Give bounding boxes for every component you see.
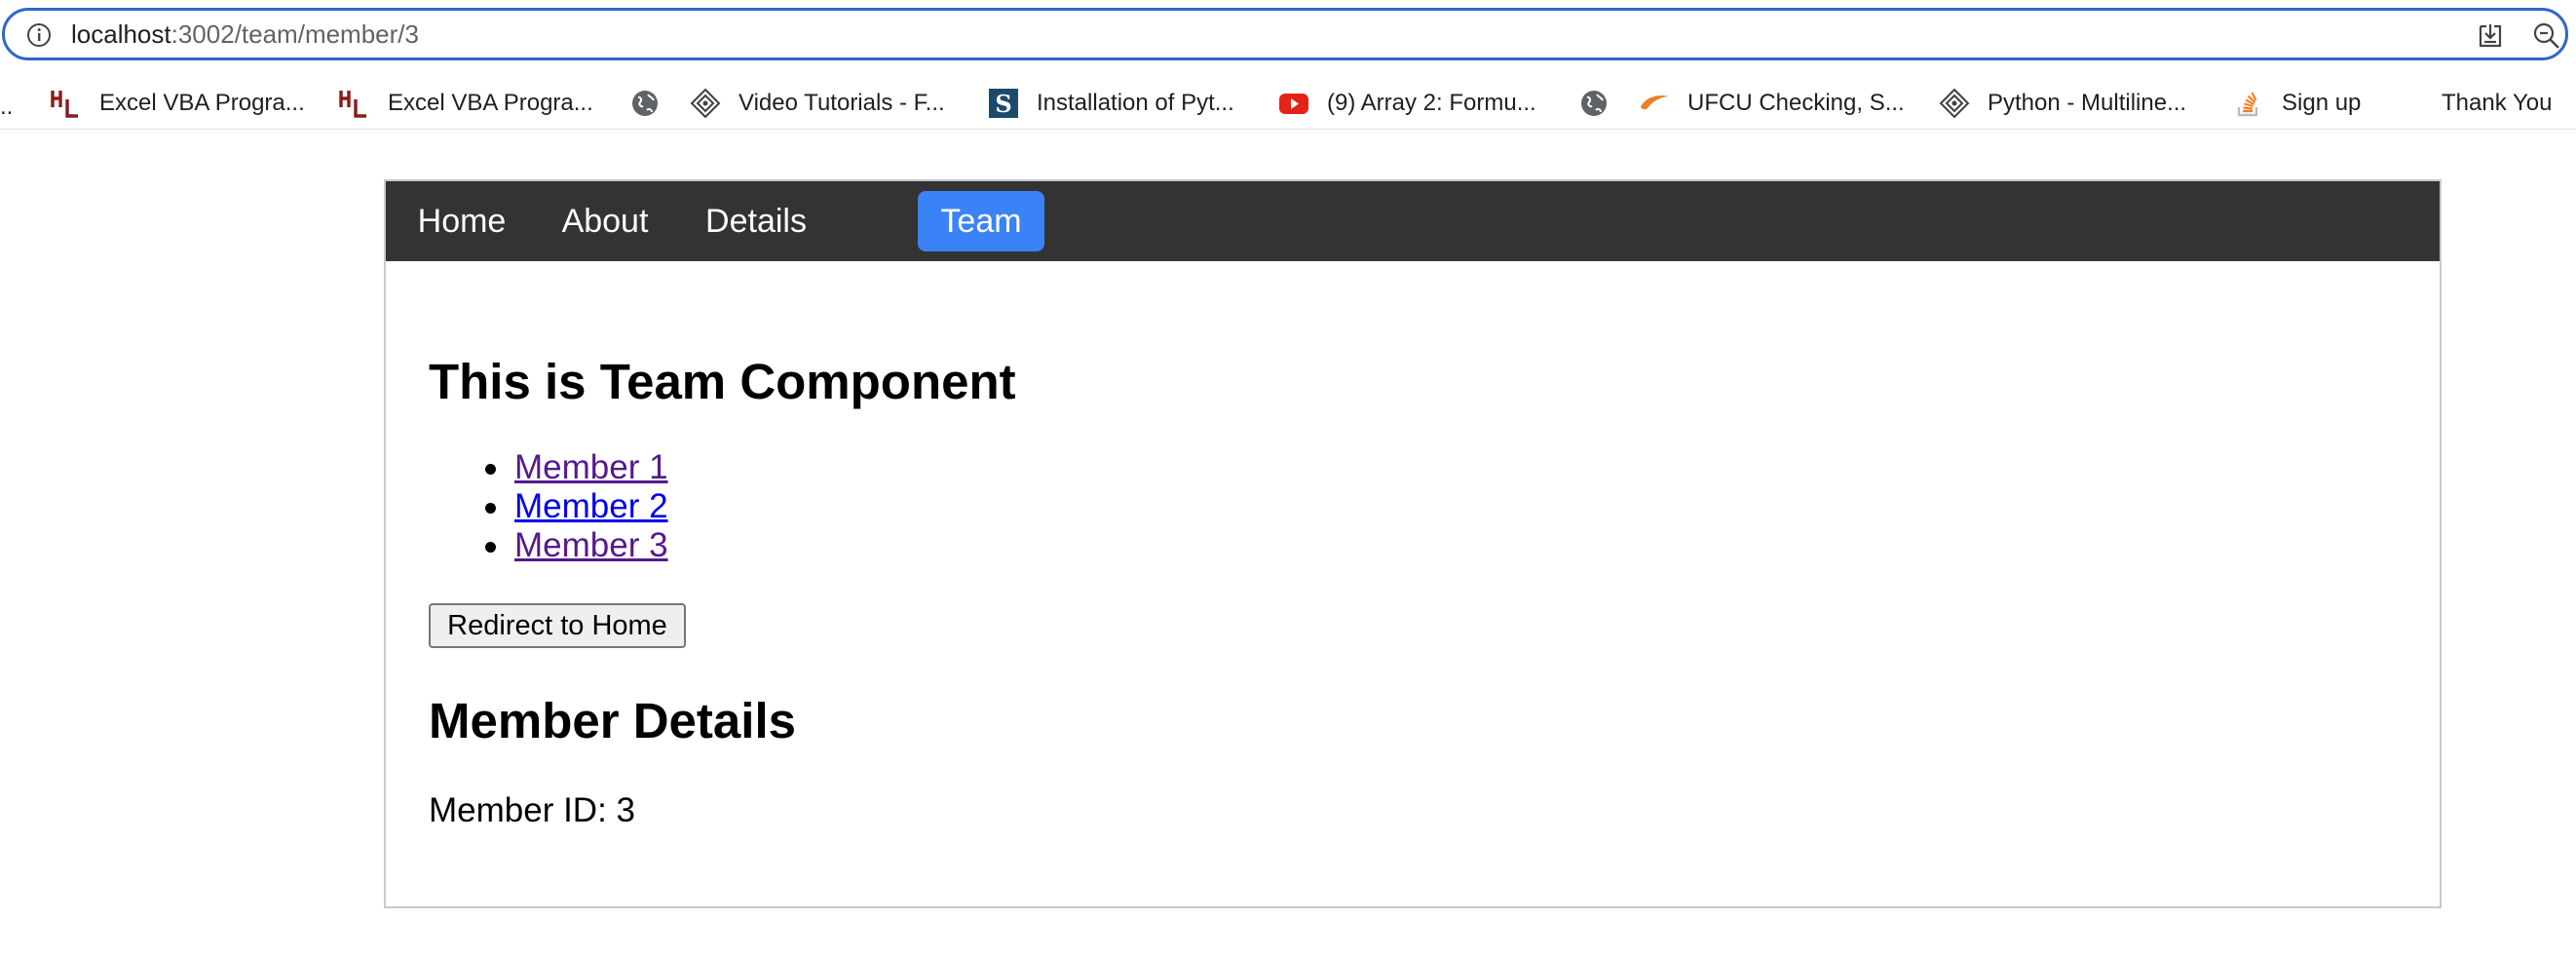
bookmark-python-multiline[interactable]: Python - Multiline... bbox=[1939, 86, 2186, 121]
member-1-link[interactable]: Member 1 bbox=[514, 448, 668, 486]
bookmark-thank-you[interactable]: Thank You bbox=[2442, 86, 2552, 121]
bookmark-sign-up[interactable]: Sign up bbox=[2233, 86, 2361, 121]
bookmark-globe-1[interactable] bbox=[629, 86, 678, 121]
member-3-link[interactable]: Member 3 bbox=[514, 526, 668, 564]
address-bar[interactable]: localhost:3002/team/member/3 bbox=[2, 8, 2568, 60]
bookmark-label: Python - Multiline... bbox=[1988, 90, 2187, 116]
diamond-logo-icon bbox=[1939, 88, 1970, 119]
list-item: Member 1 bbox=[429, 448, 668, 487]
bookmarks-overflow[interactable]: .. bbox=[0, 94, 13, 121]
bookmarks-bar: .. Excel VBA Progra... Excel VBA Progra.… bbox=[0, 78, 2576, 130]
bookmark-label: (9) Array 2: Formu... bbox=[1327, 90, 1536, 116]
member-2-link[interactable]: Member 2 bbox=[514, 487, 668, 525]
bookmark-label: Installation of Pyt... bbox=[1037, 90, 1234, 116]
hl-logo-icon bbox=[51, 88, 82, 119]
url-host: localhost bbox=[71, 19, 171, 49]
bookmark-label: Video Tutorials - F... bbox=[739, 90, 945, 116]
bookmark-label: Excel VBA Progra... bbox=[388, 90, 593, 116]
swoosh-icon bbox=[1639, 88, 1670, 119]
globe-icon bbox=[1578, 88, 1610, 119]
bookmark-installation-python[interactable]: S Installation of Pyt... bbox=[988, 86, 1234, 121]
diamond-logo-icon bbox=[690, 88, 721, 119]
bookmark-label: Thank You bbox=[2442, 90, 2553, 116]
bookmark-excel-vba-2[interactable]: Excel VBA Progra... bbox=[339, 86, 593, 121]
youtube-icon bbox=[1278, 88, 1309, 119]
bookmark-label: Sign up bbox=[2282, 90, 2362, 116]
member-list: Member 1 Member 2 Member 3 bbox=[429, 448, 668, 565]
member-details-title: Member Details bbox=[429, 693, 796, 748]
zoom-out-icon[interactable] bbox=[2531, 20, 2562, 52]
bookmark-array-formula[interactable]: (9) Array 2: Formu... bbox=[1278, 86, 1536, 121]
download-icon[interactable] bbox=[2475, 20, 2506, 52]
browser-toolbar: localhost:3002/team/member/3 bbox=[0, 0, 2576, 66]
app-container: Home About Details Team This is Team Com… bbox=[384, 179, 2442, 908]
bookmark-video-tutorials[interactable]: Video Tutorials - F... bbox=[690, 86, 945, 121]
stackoverflow-icon bbox=[2233, 88, 2264, 119]
redirect-home-button[interactable]: Redirect to Home bbox=[429, 603, 686, 648]
team-title: This is Team Component bbox=[429, 354, 1016, 409]
list-item: Member 2 bbox=[429, 487, 668, 526]
nav-team[interactable]: Team bbox=[918, 191, 1044, 251]
svg-text:S: S bbox=[995, 90, 1011, 118]
bookmark-label: Excel VBA Progra... bbox=[99, 90, 305, 116]
s-logo-icon: S bbox=[988, 88, 1019, 119]
bookmark-ufcu[interactable]: UFCU Checking, S... bbox=[1639, 86, 1905, 121]
nav-home[interactable]: Home bbox=[409, 191, 514, 251]
nav-details[interactable]: Details bbox=[696, 191, 816, 251]
navbar: Home About Details Team bbox=[386, 181, 2440, 261]
bookmark-label: UFCU Checking, S... bbox=[1687, 90, 1905, 116]
nav-about[interactable]: About bbox=[551, 191, 659, 251]
url-path: :3002/team/member/3 bbox=[170, 19, 419, 49]
list-item: Member 3 bbox=[429, 526, 668, 565]
hl-logo-icon bbox=[339, 88, 370, 119]
bookmark-globe-2[interactable] bbox=[1578, 86, 1627, 121]
member-id-text: Member ID: 3 bbox=[429, 791, 635, 829]
bookmark-excel-vba-1[interactable]: Excel VBA Progra... bbox=[51, 86, 305, 121]
globe-icon bbox=[629, 88, 661, 119]
url-text[interactable]: localhost:3002/team/member/3 bbox=[71, 19, 419, 49]
info-icon[interactable] bbox=[26, 22, 52, 48]
